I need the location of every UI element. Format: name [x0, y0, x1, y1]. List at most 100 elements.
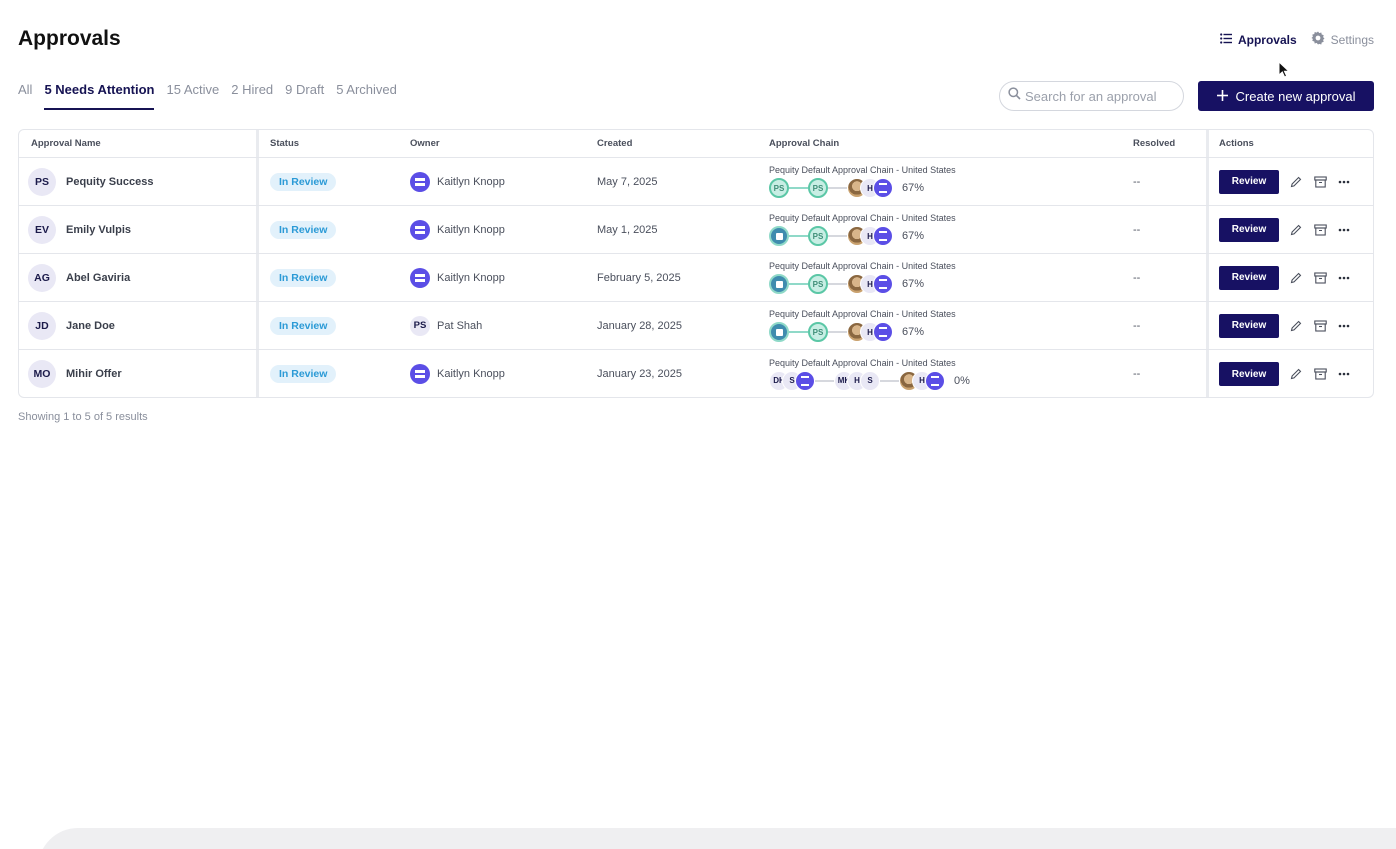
created-date: May 7, 2025	[597, 175, 658, 188]
table-row[interactable]: JD Jane Doe In Review PS Pat Shah Januar…	[19, 302, 1373, 350]
approval-name[interactable]: Emily Vulpis	[66, 224, 131, 236]
approval-chain-steps[interactable]: PS H 67%	[769, 226, 924, 246]
approval-chain-name: Pequity Default Approval Chain - United …	[769, 309, 956, 319]
owner-name: Kaitlyn Knopp	[437, 368, 505, 380]
review-button[interactable]: Review	[1219, 265, 1279, 290]
archive-icon[interactable]	[1313, 175, 1327, 189]
column-header-resolved[interactable]: Resolved	[1122, 130, 1206, 157]
archive-icon[interactable]	[1313, 319, 1327, 333]
search-box[interactable]	[999, 81, 1184, 111]
approval-chain-name: Pequity Default Approval Chain - United …	[769, 165, 956, 175]
more-icon[interactable]	[1337, 319, 1351, 333]
more-icon[interactable]	[1337, 223, 1351, 237]
pencil-icon[interactable]	[1289, 271, 1303, 285]
chain-step-brand-avatar	[873, 322, 893, 342]
resolved-value: --	[1133, 368, 1141, 380]
chain-step-approved: PS	[808, 322, 828, 342]
pencil-icon[interactable]	[1289, 175, 1303, 189]
bottom-panel	[38, 828, 1396, 849]
chain-connector	[828, 187, 847, 189]
column-header-status[interactable]: Status	[259, 130, 399, 157]
column-header-actions: Actions	[1206, 130, 1362, 157]
create-button-label: Create new approval	[1235, 88, 1356, 104]
chain-step-approved: PS	[769, 178, 789, 198]
tab-active[interactable]: 15 Active	[166, 82, 219, 110]
chain-connector	[828, 235, 847, 237]
review-button[interactable]: Review	[1219, 313, 1279, 338]
chain-step-complete	[769, 226, 789, 246]
chain-connector	[789, 283, 808, 285]
search-icon	[1008, 87, 1021, 105]
review-button[interactable]: Review	[1219, 217, 1279, 242]
more-icon[interactable]	[1337, 271, 1351, 285]
top-nav: Approvals Settings	[1220, 31, 1374, 48]
avatar: MO	[28, 360, 56, 388]
review-button[interactable]: Review	[1219, 169, 1279, 194]
pencil-icon[interactable]	[1289, 223, 1303, 237]
tab-hired[interactable]: 2 Hired	[231, 82, 273, 110]
column-header-owner[interactable]: Owner	[399, 130, 586, 157]
plus-icon	[1216, 89, 1228, 104]
avatar: AG	[28, 263, 56, 292]
table-row[interactable]: EV Emily Vulpis In Review Kaitlyn Knopp …	[19, 206, 1373, 254]
more-icon[interactable]	[1337, 367, 1351, 381]
approval-name[interactable]: Jane Doe	[66, 320, 115, 332]
chain-connector	[828, 331, 847, 333]
chain-step-approved: PS	[808, 226, 828, 246]
settings-nav-link[interactable]: Settings	[1311, 31, 1374, 48]
tab-needs-attention[interactable]: 5 Needs Attention	[44, 82, 155, 110]
list-icon	[1220, 32, 1232, 47]
owner-avatar	[410, 171, 430, 192]
resolved-value: --	[1133, 271, 1141, 284]
page-title: Approvals	[18, 27, 121, 50]
review-button[interactable]: Review	[1219, 362, 1279, 386]
chain-step-approved: PS	[808, 178, 828, 198]
archive-icon[interactable]	[1313, 271, 1327, 285]
status-badge: In Review	[270, 316, 337, 335]
status-badge: In Review	[270, 220, 337, 239]
search-input[interactable]	[1025, 88, 1175, 104]
archive-icon[interactable]	[1313, 367, 1327, 381]
approval-name[interactable]: Pequity Success	[66, 176, 153, 188]
approval-chain-steps[interactable]: PS H 67%	[769, 274, 924, 294]
owner-avatar	[410, 267, 430, 288]
approval-name[interactable]: Mihir Offer	[66, 368, 122, 380]
chain-step-brand-avatar	[925, 370, 945, 391]
column-header-approval-name[interactable]: Approval Name	[19, 130, 259, 157]
table-row[interactable]: PS Pequity Success In Review Kaitlyn Kno…	[19, 158, 1373, 206]
approval-chain-steps[interactable]: PS PS H 67%	[769, 178, 924, 198]
chain-step-complete	[769, 322, 789, 342]
avatar: EV	[28, 215, 56, 244]
approval-name[interactable]: Abel Gaviria	[66, 272, 130, 284]
pencil-icon[interactable]	[1289, 367, 1303, 381]
chain-connector	[789, 187, 808, 189]
resolved-value: --	[1133, 175, 1141, 188]
status-badge: In Review	[270, 172, 337, 191]
approval-chain-steps[interactable]: PS H 67%	[769, 322, 924, 342]
column-header-created[interactable]: Created	[586, 130, 758, 157]
owner-name: Kaitlyn Knopp	[437, 271, 505, 284]
chain-step-brand-avatar	[873, 226, 893, 246]
approval-chain-name: Pequity Default Approval Chain - United …	[769, 357, 956, 368]
approvals-table: Approval Name Status Owner Created Appro…	[18, 129, 1374, 398]
approval-chain-name: Pequity Default Approval Chain - United …	[769, 213, 956, 223]
chain-progress: 0%	[954, 374, 970, 387]
created-date: February 5, 2025	[597, 271, 681, 284]
column-header-approval-chain[interactable]: Approval Chain	[758, 130, 1122, 157]
table-row[interactable]: MO Mihir Offer In Review Kaitlyn Knopp J…	[19, 350, 1373, 397]
chain-step-approved: PS	[808, 274, 828, 294]
created-date: January 23, 2025	[597, 368, 683, 380]
archive-icon[interactable]	[1313, 223, 1327, 237]
create-new-approval-button[interactable]: Create new approval	[1198, 81, 1374, 111]
tab-all[interactable]: All	[18, 82, 32, 110]
table-row[interactable]: AG Abel Gaviria In Review Kaitlyn Knopp …	[19, 254, 1373, 302]
approvals-nav-link[interactable]: Approvals	[1220, 33, 1297, 47]
created-date: January 28, 2025	[597, 319, 683, 332]
chain-step-complete	[769, 274, 789, 294]
chain-progress: 67%	[902, 326, 925, 338]
pencil-icon[interactable]	[1289, 319, 1303, 333]
more-icon[interactable]	[1337, 175, 1351, 189]
tab-draft[interactable]: 9 Draft	[285, 82, 324, 110]
approval-chain-steps[interactable]: DH S MK H S H 0%	[769, 370, 970, 391]
tab-archived[interactable]: 5 Archived	[336, 82, 397, 110]
